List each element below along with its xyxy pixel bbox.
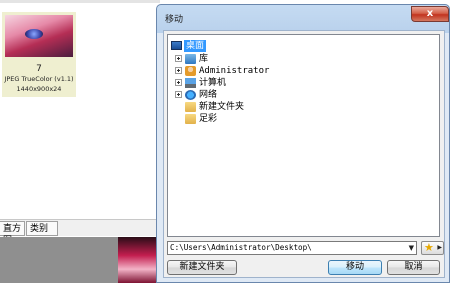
network-icon xyxy=(185,90,196,100)
dialog-body: 桌面 库 Administrator 计算机 网络 新建文件夹 足彩 C:\Us… xyxy=(163,30,445,278)
move-button[interactable]: 移动 xyxy=(328,260,382,275)
folder-icon xyxy=(185,102,196,112)
library-icon xyxy=(185,54,196,64)
expand-icon[interactable] xyxy=(175,55,182,62)
path-text: C:\Users\Administrator\Desktop\ xyxy=(170,243,312,252)
folder-tree[interactable]: 桌面 库 Administrator 计算机 网络 新建文件夹 足彩 xyxy=(167,34,440,237)
dialog-title: 移动 xyxy=(165,15,184,25)
tab-category[interactable]: 类别 xyxy=(26,221,58,236)
thumbnail-card[interactable]: 7 JPEG TrueColor (v1.1) 1440x900x24 xyxy=(2,12,76,97)
tab-histogram[interactable]: 直方图 xyxy=(0,221,25,246)
thumbnail-dimensions: 1440x900x24 xyxy=(16,85,62,93)
tree-item-label: 网络 xyxy=(199,90,218,100)
tree-item-label: 库 xyxy=(199,54,209,64)
path-combobox[interactable]: C:\Users\Administrator\Desktop\ ▼ xyxy=(167,241,417,255)
chevron-right-icon: ▶ xyxy=(437,244,442,251)
thumbnail-panel: 7 JPEG TrueColor (v1.1) 1440x900x24 xyxy=(0,6,160,216)
computer-icon xyxy=(185,78,196,88)
tree-item-label: 足彩 xyxy=(199,114,218,124)
user-folder-icon xyxy=(185,66,196,76)
star-icon: ★ xyxy=(424,241,434,254)
close-button[interactable]: x xyxy=(411,6,449,22)
bottom-tab-bar: 直方图 类别 xyxy=(0,219,160,246)
favorites-button[interactable]: ★ ▶ xyxy=(421,241,444,255)
thumbnail-number: 7 xyxy=(36,64,42,74)
top-border xyxy=(0,0,160,3)
new-folder-button[interactable]: 新建文件夹 xyxy=(167,260,237,275)
desktop-icon xyxy=(171,41,182,50)
preview-image xyxy=(118,237,160,283)
expand-icon[interactable] xyxy=(175,79,182,86)
move-dialog: 移动 x 桌面 库 Administrator 计算机 网络 新建文件夹 足彩 … xyxy=(156,4,450,283)
tree-item-label: Administrator xyxy=(199,66,270,76)
cancel-button[interactable]: 取消 xyxy=(387,260,440,275)
expand-icon[interactable] xyxy=(175,67,182,74)
dropdown-arrow-icon[interactable]: ▼ xyxy=(409,244,414,252)
bottom-preview-panel xyxy=(0,237,160,283)
folder-icon xyxy=(185,114,196,124)
thumbnail-format: JPEG TrueColor (v1.1) xyxy=(4,75,74,83)
tree-item-label: 桌面 xyxy=(184,40,207,52)
thumbnail-image[interactable] xyxy=(5,15,73,57)
anime-eye-graphic xyxy=(25,29,43,39)
tree-item-label: 新建文件夹 xyxy=(199,102,245,112)
expand-icon[interactable] xyxy=(175,91,182,98)
tree-item-label: 计算机 xyxy=(199,78,227,88)
